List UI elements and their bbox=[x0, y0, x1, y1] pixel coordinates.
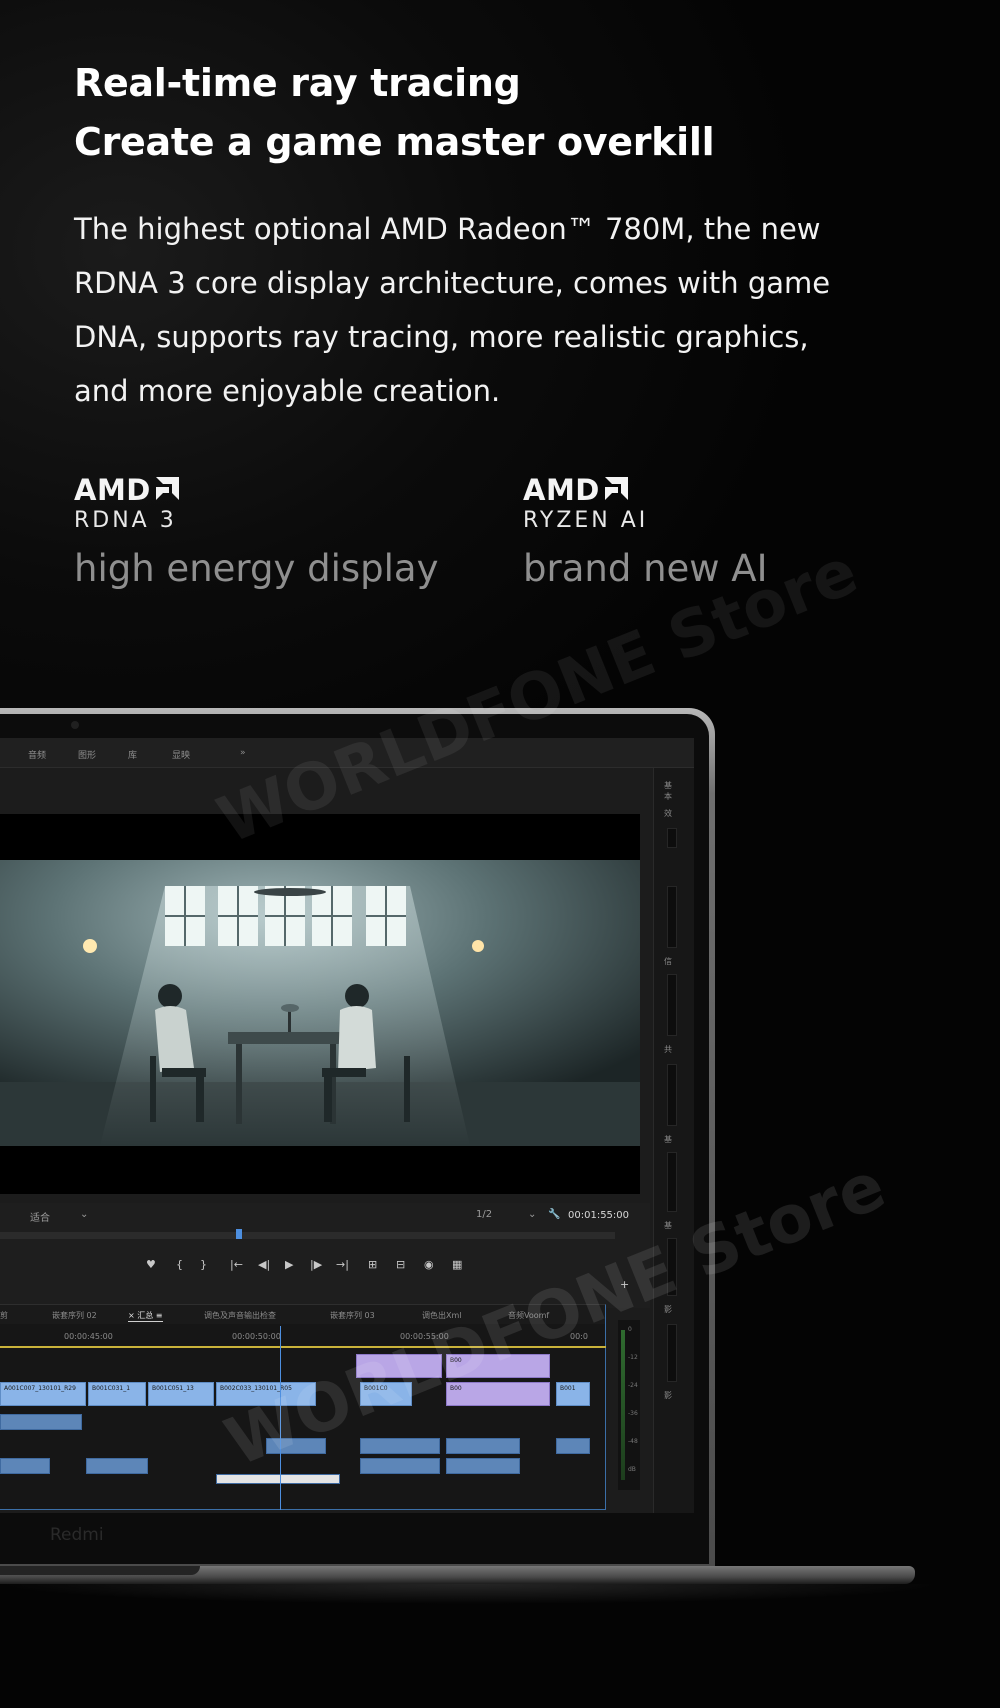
clip-name: B001C031_1 bbox=[92, 1385, 131, 1392]
in-point-icon[interactable]: { bbox=[176, 1258, 183, 1271]
chevron-down-icon[interactable]: ⌄ bbox=[80, 1209, 88, 1220]
tab-sequence[interactable]: 嵌套序列 02 bbox=[52, 1310, 97, 1321]
tab-sequence[interactable]: 嵌套序列 03 bbox=[330, 1310, 375, 1321]
description-line-3: DNA, supports ray tracing, more realisti… bbox=[74, 320, 809, 354]
feature-ryzen-ai: AMD RYZEN AI brand new AI bbox=[523, 474, 768, 591]
amd-logo-word: AMD bbox=[74, 473, 151, 507]
audio-meter-bar bbox=[621, 1330, 625, 1480]
side-block bbox=[667, 828, 677, 848]
go-to-out-icon[interactable]: →| bbox=[336, 1258, 349, 1271]
menu-overflow-icon[interactable]: » bbox=[240, 748, 246, 758]
tab-sequence[interactable]: 剪 bbox=[0, 1310, 8, 1321]
headline: Real-time ray tracing Create a game mast… bbox=[74, 54, 934, 172]
play-icon[interactable]: ▶ bbox=[285, 1258, 293, 1271]
side-label[interactable]: 共 bbox=[664, 1044, 674, 1055]
go-to-in-icon[interactable]: |← bbox=[230, 1258, 243, 1271]
step-forward-icon[interactable]: |▶ bbox=[310, 1258, 322, 1271]
meter-label: -48 bbox=[628, 1438, 638, 1445]
clip-name: B001 bbox=[560, 1385, 576, 1392]
amd-rdna3-logo: AMD bbox=[74, 474, 439, 506]
audio-clip[interactable] bbox=[0, 1414, 82, 1430]
amd-logo-sub: RYZEN AI bbox=[523, 508, 649, 533]
laptop-notch bbox=[0, 1566, 200, 1575]
menu-item[interactable]: 图形 bbox=[78, 748, 96, 761]
amd-ryzen-ai-logo: AMD bbox=[523, 474, 768, 506]
laptop-shadow bbox=[0, 1584, 940, 1624]
side-block bbox=[667, 1324, 677, 1382]
description: The highest optional AMD Radeon™ 780M, t… bbox=[74, 202, 904, 418]
chevron-down-icon[interactable]: ⌄ bbox=[528, 1209, 536, 1220]
headline-line-1: Real-time ray tracing bbox=[74, 61, 521, 105]
video-clip[interactable]: B001C031_1 bbox=[88, 1382, 146, 1406]
side-block bbox=[667, 1152, 677, 1212]
program-monitor bbox=[0, 814, 640, 1194]
side-panel: 基本 效 信 共 基 基 影 影 bbox=[653, 768, 694, 1513]
out-point-icon[interactable]: } bbox=[200, 1258, 207, 1271]
video-frame bbox=[0, 860, 640, 1146]
side-label[interactable]: 效 bbox=[664, 808, 674, 819]
audio-clip[interactable] bbox=[446, 1438, 520, 1454]
tab-sequence[interactable]: 调色及声音输出检查 bbox=[204, 1310, 276, 1321]
video-clip[interactable]: A001C007_130101_R29 bbox=[0, 1382, 86, 1406]
feature-caption: high energy display bbox=[74, 547, 439, 590]
feature-rdna3: AMD RDNA 3 high energy display bbox=[74, 474, 439, 591]
video-clip[interactable]: B001 bbox=[556, 1382, 590, 1406]
description-line-4: and more enjoyable creation. bbox=[74, 374, 501, 408]
meter-label: dB bbox=[628, 1466, 636, 1473]
description-line-1: The highest optional AMD Radeon™ 780M, t… bbox=[74, 212, 821, 246]
camera-export-icon[interactable]: ◉ bbox=[424, 1258, 434, 1271]
selected-clip[interactable] bbox=[216, 1474, 340, 1484]
timecode-display: 00:01:55:00 bbox=[568, 1210, 630, 1221]
resolution-select[interactable]: 1/2 bbox=[476, 1209, 492, 1220]
wrench-icon[interactable]: 🔧 bbox=[548, 1209, 560, 1220]
scrub-bar[interactable] bbox=[0, 1232, 615, 1239]
audio-clip[interactable] bbox=[446, 1458, 520, 1474]
clip-name: A001C007_130101_R29 bbox=[4, 1385, 76, 1392]
menu-item[interactable]: 显映 bbox=[172, 748, 190, 761]
side-label[interactable]: 信 bbox=[664, 956, 674, 967]
description-line-2: RDNA 3 core display architecture, comes … bbox=[74, 266, 831, 300]
product-feature-page: Real-time ray tracing Create a game mast… bbox=[0, 0, 1000, 1708]
overwrite-icon[interactable]: ⊟ bbox=[396, 1258, 405, 1271]
audio-clip[interactable] bbox=[360, 1458, 440, 1474]
video-clip[interactable]: B001C051_13 bbox=[148, 1382, 214, 1406]
side-block bbox=[667, 974, 677, 1036]
audio-clip[interactable] bbox=[0, 1458, 50, 1474]
menu-item[interactable]: 库 bbox=[128, 748, 137, 761]
side-block bbox=[667, 886, 677, 948]
camera-icon bbox=[71, 721, 79, 729]
meter-label: -36 bbox=[628, 1410, 638, 1417]
amd-arrow-icon bbox=[155, 477, 179, 500]
menu-item[interactable]: 音频 bbox=[28, 748, 46, 761]
meter-label: 0 bbox=[628, 1326, 632, 1333]
ruler-timecode: 00:00:45:00 bbox=[64, 1332, 113, 1341]
compare-icon[interactable]: ▦ bbox=[452, 1258, 462, 1271]
headline-line-2: Create a game master overkill bbox=[74, 120, 715, 164]
side-label[interactable]: 基本 bbox=[664, 780, 674, 802]
fit-select[interactable]: 适合 bbox=[30, 1209, 50, 1224]
amd-arrow-icon bbox=[604, 477, 628, 500]
meter-label: -24 bbox=[628, 1382, 638, 1389]
audio-clip[interactable] bbox=[556, 1438, 590, 1454]
insert-icon[interactable]: ⊞ bbox=[368, 1258, 377, 1271]
side-block bbox=[667, 1064, 677, 1126]
amd-logo-sub: RDNA 3 bbox=[74, 508, 177, 533]
marker-icon[interactable]: ♥ bbox=[146, 1258, 156, 1271]
side-label[interactable]: 基 bbox=[664, 1134, 674, 1145]
tab-sequence-active[interactable]: × 汇总 ≡ bbox=[128, 1310, 163, 1322]
step-back-icon[interactable]: ◀| bbox=[258, 1258, 270, 1271]
audio-clip[interactable] bbox=[86, 1458, 148, 1474]
amd-logo-word: AMD bbox=[523, 473, 600, 507]
playhead-marker[interactable] bbox=[236, 1229, 242, 1239]
meter-label: -12 bbox=[628, 1354, 638, 1361]
audio-clip[interactable] bbox=[360, 1438, 440, 1454]
laptop-brand: Redmi bbox=[50, 1525, 104, 1545]
audio-meter: 0 -12 -24 -36 -48 dB bbox=[618, 1320, 640, 1490]
side-label[interactable]: 影 bbox=[664, 1390, 674, 1401]
clip-name: B001C051_13 bbox=[152, 1385, 194, 1392]
ruler-timecode: 00:00:50:00 bbox=[232, 1332, 281, 1341]
